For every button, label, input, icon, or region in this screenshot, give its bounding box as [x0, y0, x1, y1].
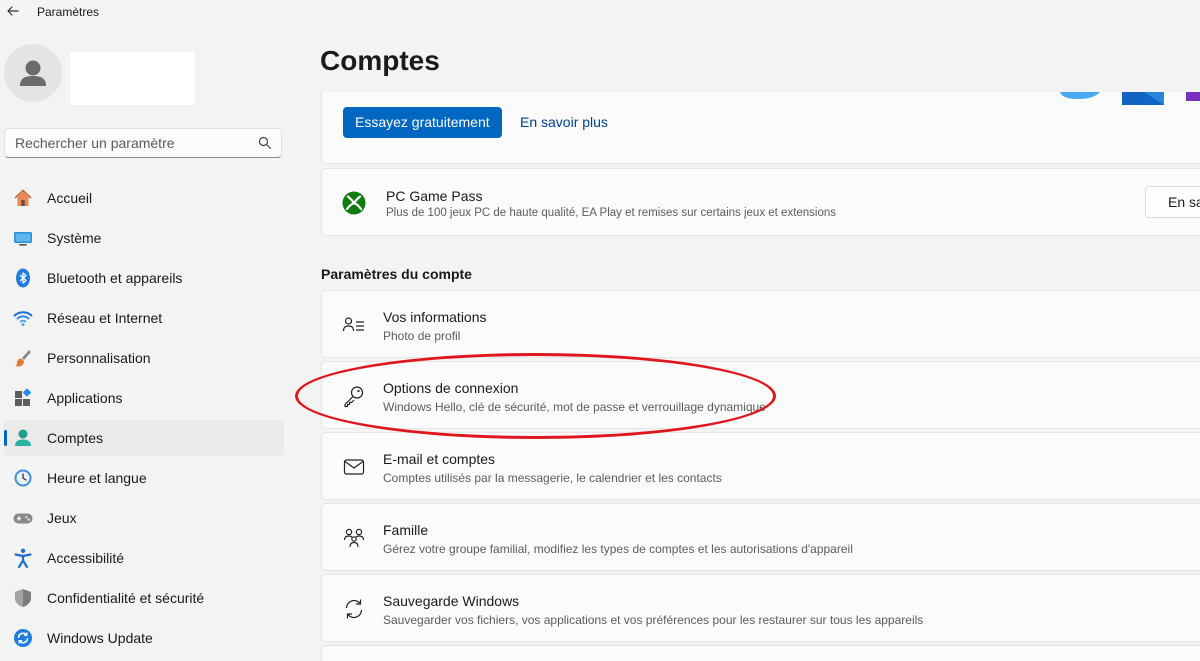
sidebar-item-systeme[interactable]: Système	[4, 220, 284, 256]
try-free-button[interactable]: Essayez gratuitement	[343, 107, 502, 138]
gamepass-button[interactable]: En sa	[1145, 186, 1200, 218]
home-icon	[12, 187, 34, 209]
sidebar-item-accueil[interactable]: Accueil	[4, 180, 284, 216]
back-arrow-icon[interactable]	[4, 2, 22, 20]
row-title: Famille	[383, 522, 429, 538]
sidebar-item-personnalisation[interactable]: Personnalisation	[4, 340, 284, 376]
gamepad-icon	[12, 507, 34, 529]
sidebar-item-confidentialite[interactable]: Confidentialité et sécurité	[4, 580, 284, 616]
learn-more-link[interactable]: En savoir plus	[520, 114, 608, 130]
shield-icon	[12, 587, 34, 609]
search-icon[interactable]	[258, 136, 272, 150]
next-row-partial[interactable]	[321, 645, 1200, 661]
settings-search[interactable]	[4, 128, 282, 158]
sidebar-item-label: Comptes	[47, 430, 104, 446]
bluetooth-icon	[12, 267, 34, 289]
user-info-icon	[342, 313, 366, 337]
system-icon	[12, 227, 34, 249]
xbox-icon	[342, 191, 366, 215]
gamepass-title: PC Game Pass	[386, 188, 483, 204]
title-bar: Paramètres	[0, 0, 1200, 24]
account-settings-heading: Paramètres du compte	[321, 266, 472, 282]
person-icon	[20, 60, 46, 86]
sidebar-item-comptes[interactable]: Comptes	[4, 420, 284, 456]
apps-icon	[12, 387, 34, 409]
microsoft365-promo-card: Essayez gratuitement En savoir plus	[321, 92, 1200, 164]
sidebar-item-label: Jeux	[47, 510, 77, 526]
row-title: Vos informations	[383, 309, 487, 325]
account-name-redacted	[70, 52, 195, 105]
mail-icon	[342, 455, 366, 479]
accounts-icon	[12, 427, 34, 449]
clock-icon	[12, 467, 34, 489]
sidebar-item-bluetooth[interactable]: Bluetooth et appareils	[4, 260, 284, 296]
sidebar-item-label: Windows Update	[47, 630, 153, 646]
sidebar-item-heure[interactable]: Heure et langue	[4, 460, 284, 496]
update-icon	[12, 627, 34, 649]
row-title: Options de connexion	[383, 380, 519, 396]
sidebar-item-label: Heure et langue	[47, 470, 147, 486]
search-input[interactable]	[5, 129, 250, 157]
sidebar-item-reseau[interactable]: Réseau et Internet	[4, 300, 284, 336]
office-apps-icon	[1060, 92, 1200, 105]
row-subtitle: Sauvegarder vos fichiers, vos applicatio…	[383, 613, 924, 627]
sidebar-item-jeux[interactable]: Jeux	[4, 500, 284, 536]
row-title: E-mail et comptes	[383, 451, 496, 467]
row-subtitle: Windows Hello, clé de sécurité, mot de p…	[383, 400, 766, 414]
sidebar-item-applications[interactable]: Applications	[4, 380, 284, 416]
sidebar-item-label: Confidentialité et sécurité	[47, 590, 205, 606]
sidebar-item-label: Bluetooth et appareils	[47, 270, 183, 286]
row-subtitle: Comptes utilisés par la messagerie, le c…	[383, 471, 722, 485]
window-title: Paramètres	[37, 5, 100, 19]
sidebar-item-label: Réseau et Internet	[47, 310, 163, 326]
gamepass-subtitle: Plus de 100 jeux PC de haute qualité, EA…	[386, 207, 837, 219]
accessibility-icon	[12, 547, 34, 569]
sidebar-item-windows-update[interactable]: Windows Update	[4, 620, 284, 656]
family-icon	[342, 526, 366, 550]
row-subtitle: Gérez votre groupe familial, modifiez le…	[383, 542, 853, 556]
brush-icon	[12, 347, 34, 369]
sidebar-item-accessibilite[interactable]: Accessibilité	[4, 540, 284, 576]
backup-icon	[342, 597, 366, 621]
row-vos-informations[interactable]: Vos informations Photo de profil	[321, 290, 1200, 358]
avatar[interactable]	[4, 44, 62, 102]
sidebar-nav: Accueil Système Bluetooth et appareils R…	[4, 180, 284, 660]
sidebar-item-label: Accueil	[47, 190, 93, 206]
gamepass-card[interactable]: PC Game Pass Plus de 100 jeux PC de haut…	[321, 168, 1200, 236]
key-icon	[342, 384, 366, 408]
row-options-de-connexion[interactable]: Options de connexion Windows Hello, clé …	[321, 361, 1200, 429]
row-subtitle: Photo de profil	[383, 329, 461, 343]
row-sauvegarde-windows[interactable]: Sauvegarde Windows Sauvegarder vos fichi…	[321, 574, 1200, 642]
row-email-et-comptes[interactable]: E-mail et comptes Comptes utilisés par l…	[321, 432, 1200, 500]
sidebar-item-label: Accessibilité	[47, 550, 125, 566]
row-famille[interactable]: Famille Gérez votre groupe familial, mod…	[321, 503, 1200, 571]
sidebar-item-label: Système	[47, 230, 102, 246]
page-title: Comptes	[320, 45, 440, 76]
sidebar-item-label: Applications	[47, 390, 123, 406]
sidebar-item-label: Personnalisation	[47, 350, 151, 366]
wifi-icon	[12, 307, 34, 329]
row-title: Sauvegarde Windows	[383, 593, 520, 609]
